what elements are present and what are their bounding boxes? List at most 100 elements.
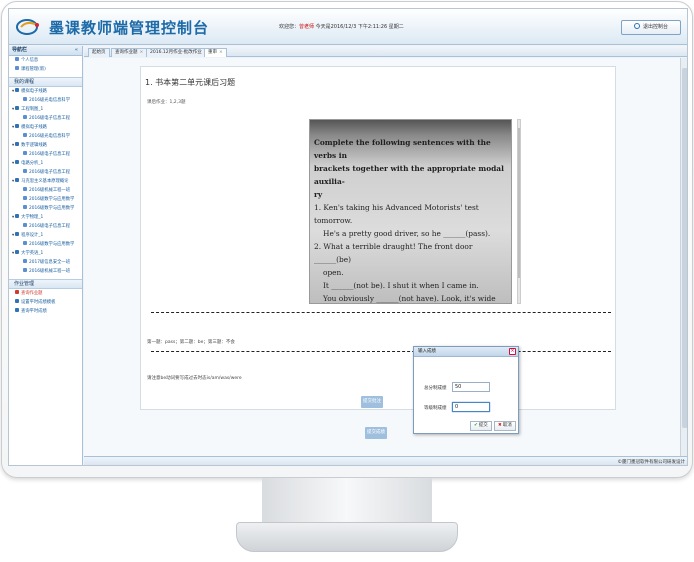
tab-bar: 起始页 查询作业题× 2016.12月作业-批改作业× 重审× <box>84 46 687 57</box>
photo-text-line: Complete the following sentences with th… <box>314 138 491 160</box>
sidebar-item-profile[interactable]: 个人信息 <box>9 56 82 65</box>
monitor-neck <box>262 478 432 522</box>
page-scrollbar[interactable] <box>680 58 687 456</box>
ok-button[interactable]: ✔提交 <box>470 421 492 431</box>
class-item[interactable]: 2016级机械工程一班 <box>9 186 82 195</box>
class-item[interactable]: 2016级电子信息工程 <box>9 222 82 231</box>
class-icon <box>23 169 27 173</box>
class-item[interactable]: 2016级数学与应用数学 <box>9 204 82 213</box>
course-item[interactable]: ▾ 电路分析_1 <box>9 159 82 168</box>
folder-icon <box>15 106 20 110</box>
sidebar-item-query-homework[interactable]: 查询作业题 <box>9 289 82 298</box>
class-item[interactable]: 2016级机械工程一班 <box>9 267 82 276</box>
expand-icon[interactable]: ▾ <box>12 251 14 256</box>
folder-icon <box>15 178 20 182</box>
photo-text-line: ry <box>314 190 323 199</box>
question-meta: 课后作业：1,2,3题 <box>147 100 186 105</box>
close-icon[interactable]: × <box>140 50 144 55</box>
class-icon <box>23 205 27 209</box>
class-item[interactable]: 2016级电子信息工程 <box>9 168 82 177</box>
class-item[interactable]: 2016级数学与应用数学 <box>9 240 82 249</box>
footer: ©厦门墨冠软件有限公司研发设计 <box>84 456 687 465</box>
class-item[interactable]: 2016级数学与应用数学 <box>9 195 82 204</box>
photo-text-line: 1. Ken's taking his Advanced Motorists' … <box>314 203 479 225</box>
sidebar-item-grade-template[interactable]: 设置平时成绩模板 <box>9 298 82 307</box>
folder-icon <box>15 88 20 92</box>
close-icon[interactable]: × <box>509 348 516 355</box>
photo-scrollbar[interactable] <box>517 119 521 304</box>
book-icon <box>15 66 19 70</box>
course-item[interactable]: ▾ 程序设计_1 <box>9 231 82 240</box>
class-item[interactable]: 2016级电子信息工程 <box>9 114 82 123</box>
photo-text: Complete the following sentences with th… <box>314 136 510 303</box>
expand-icon[interactable]: ▾ <box>12 233 14 238</box>
user-icon <box>15 57 19 61</box>
grade-dialog: 输入成绩 × 总分制成绩 50 等级制成绩 0 ✔提交 ✖取消 <box>413 346 519 434</box>
divider <box>151 312 611 313</box>
tab-grade-homework[interactable]: 2016.12月作业-批改作业× <box>146 48 212 57</box>
level-label: 等级制成绩 <box>424 406 447 411</box>
submit-grade-button[interactable]: 提交成绩 <box>365 427 387 439</box>
submit-comment-button[interactable]: 提交批注 <box>361 396 383 408</box>
expand-icon[interactable]: ▾ <box>12 161 14 166</box>
tab-review[interactable]: 重审 × <box>204 48 227 57</box>
folder-icon <box>15 250 20 254</box>
monitor-stand <box>236 522 458 552</box>
class-item[interactable]: 2017级信息安全一班 <box>9 258 82 267</box>
course-item[interactable]: ▾ 模拟电子线路 <box>9 123 82 132</box>
photo-text-line: 2. What a terrible draught! The front do… <box>314 242 473 264</box>
course-item[interactable]: ▾ 数字逻辑线路 <box>9 141 82 150</box>
folder-icon <box>15 124 20 128</box>
check-icon: ✔ <box>474 423 478 428</box>
expand-icon[interactable]: ▾ <box>12 107 14 112</box>
expand-icon[interactable]: ▾ <box>12 179 14 184</box>
cancel-button[interactable]: ✖取消 <box>494 421 516 431</box>
welcome-text: 欢迎您：曾老师 今天是2016/12/3 下午2:11:26 星期二 <box>279 24 404 30</box>
course-item[interactable]: ▾ 模拟电子线路 <box>9 87 82 96</box>
course-item[interactable]: ▾ 大学物理_1 <box>9 213 82 222</box>
score-input[interactable]: 50 <box>452 382 490 392</box>
dialog-header: 输入成绩 × <box>414 347 518 357</box>
list-icon <box>15 290 19 294</box>
homework-photo[interactable]: Complete the following sentences with th… <box>309 119 512 304</box>
class-icon <box>23 268 27 272</box>
photo-text-line: You obviously ______(not have). Look, it… <box>323 294 496 303</box>
tab-home[interactable]: 起始页 <box>88 48 110 57</box>
class-icon <box>23 187 27 191</box>
cancel-icon: ✖ <box>498 423 502 428</box>
question-title: 1. 书本第二单元课后习题 <box>145 78 236 87</box>
screen: 墨课教师端管理控制台 欢迎您：曾老师 今天是2016/12/3 下午2:11:2… <box>8 8 688 466</box>
sidebar-section-homework[interactable]: 作业管理 <box>9 279 82 289</box>
student-answer: 第一题：pass；第二题：be；第三题：不会 <box>147 340 235 345</box>
folder-icon <box>15 160 20 164</box>
course-item[interactable]: ▾ 马克思主义基本原理概论 <box>9 177 82 186</box>
expand-icon[interactable]: ▾ <box>12 215 14 220</box>
photo-text-line: open. <box>323 268 344 277</box>
sidebar-item-course-manage[interactable]: 课程管理(新) <box>9 65 82 74</box>
level-input[interactable]: 0 <box>452 402 490 412</box>
class-item[interactable]: 2016级光电信息科学 <box>9 96 82 105</box>
logo-icon <box>16 19 39 35</box>
course-item[interactable]: ▾ 大学英语_1 <box>9 249 82 258</box>
photo-text-line: brackets together with the appropriate m… <box>314 164 504 186</box>
photo-text-line: It ______(not be). I shut it when I came… <box>323 281 479 290</box>
class-icon <box>23 241 27 245</box>
sidebar-section-courses[interactable]: 我的课程 <box>9 77 82 87</box>
expand-icon[interactable]: ▾ <box>12 89 14 94</box>
teacher-note: 请注意be动词要写成过去时态is/am/was/were <box>147 376 242 381</box>
divider <box>151 351 611 352</box>
sidebar-item-query-grades[interactable]: 查询平时成绩 <box>9 307 82 316</box>
class-item[interactable]: 2016级电子信息工程 <box>9 150 82 159</box>
expand-icon[interactable]: ▾ <box>12 125 14 130</box>
course-item[interactable]: ▾ 工程制图_1 <box>9 105 82 114</box>
photo-text-line: He's a pretty good driver, so he ______(… <box>323 229 491 238</box>
tab-query-homework[interactable]: 查询作业题 × <box>111 48 148 57</box>
class-icon <box>23 259 27 263</box>
sidebar: 导航栏 « 个人信息 课程管理(新) 我的课程 ▾ 模拟电子线路 2016级光电信息… <box>9 46 83 465</box>
app-title: 墨课教师端管理控制台 <box>49 19 210 37</box>
collapse-icon[interactable]: « <box>75 46 78 55</box>
close-icon[interactable]: × <box>219 50 223 55</box>
class-item[interactable]: 2016级光电信息科学 <box>9 132 82 141</box>
expand-icon[interactable]: ▾ <box>12 143 14 148</box>
logout-button[interactable]: 退出控制台 <box>621 20 681 35</box>
